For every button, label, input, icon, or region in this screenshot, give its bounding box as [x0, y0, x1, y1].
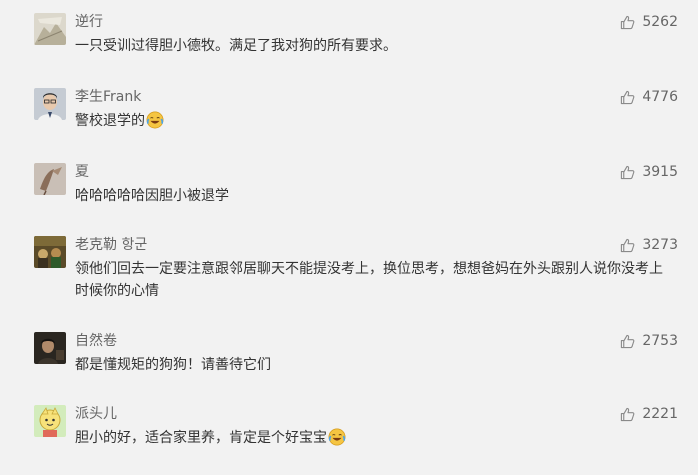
avatar[interactable]	[34, 236, 66, 268]
username[interactable]: 自然卷	[75, 332, 117, 350]
avatar[interactable]	[34, 332, 66, 364]
comment-text-body: 一只受训过得胆小德牧。满足了我对狗的所有要求。	[75, 38, 397, 54]
like-button[interactable]: 3273	[620, 236, 678, 254]
comment-text: 领他们回去一定要注意跟邻居聊天不能提没考上，换位思考，想想爸妈在外头跟别人说你没…	[75, 258, 667, 302]
like-count: 4776	[642, 89, 678, 105]
comment-text: 哈哈哈哈哈因胆小被退学	[75, 185, 665, 207]
avatar[interactable]	[34, 13, 66, 45]
like-count: 2753	[642, 333, 678, 349]
comment-text-body: 胆小的好，适合家里养，肯定是个好宝宝	[75, 430, 327, 446]
comment-text-body: 警校退学的	[75, 113, 145, 129]
laughing-crying-emoji-icon	[146, 111, 164, 129]
like-count: 3915	[642, 164, 678, 180]
thumbs-up-icon	[621, 15, 635, 29]
comment-text: 一只受训过得胆小德牧。满足了我对狗的所有要求。	[75, 35, 665, 57]
comment-item: 逆行 一只受训过得胆小德牧。满足了我对狗的所有要求。 5262	[0, 13, 698, 83]
username[interactable]: 逆行	[75, 13, 103, 31]
thumbs-up-icon	[621, 165, 635, 179]
thumbs-up-icon	[621, 238, 635, 252]
avatar[interactable]	[34, 405, 66, 437]
comment-item: 夏 哈哈哈哈哈因胆小被退学 3915	[0, 163, 698, 233]
like-button[interactable]: 2753	[620, 332, 678, 350]
like-button[interactable]: 2221	[620, 405, 678, 423]
comment-text: 警校退学的	[75, 110, 665, 132]
comment-text-body: 领他们回去一定要注意跟邻居聊天不能提没考上，换位思考，想想爸妈在外头跟别人说你没…	[75, 261, 663, 299]
laughing-crying-emoji-icon	[328, 428, 346, 446]
thumbs-up-icon	[621, 90, 635, 104]
like-button[interactable]: 5262	[620, 13, 678, 31]
like-button[interactable]: 3915	[620, 163, 678, 181]
like-count: 5262	[642, 14, 678, 30]
comment-text-body: 哈哈哈哈哈因胆小被退学	[75, 188, 229, 204]
comment-item: 李生Frank 警校退学的 4776	[0, 88, 698, 158]
comment-text: 胆小的好，适合家里养，肯定是个好宝宝	[75, 427, 665, 449]
username[interactable]: 老克勒 항군	[75, 236, 147, 254]
comment-text: 都是懂规矩的狗狗！请善待它们	[75, 354, 665, 376]
like-button[interactable]: 4776	[620, 88, 678, 106]
username[interactable]: 夏	[75, 163, 89, 181]
comment-item: 老克勒 항군 领他们回去一定要注意跟邻居聊天不能提没考上，换位思考，想想爸妈在外…	[0, 236, 698, 316]
like-count: 2221	[642, 406, 678, 422]
thumbs-up-icon	[621, 407, 635, 421]
avatar[interactable]	[34, 163, 66, 195]
like-count: 3273	[642, 237, 678, 253]
thumbs-up-icon	[621, 334, 635, 348]
username[interactable]: 派头儿	[75, 405, 117, 423]
username[interactable]: 李生Frank	[75, 88, 141, 106]
comment-text-body: 都是懂规矩的狗狗！请善待它们	[75, 357, 271, 373]
comment-item: 派头儿 胆小的好，适合家里养，肯定是个好宝宝 2221	[0, 405, 698, 475]
avatar[interactable]	[34, 88, 66, 120]
comment-item: 自然卷 都是懂规矩的狗狗！请善待它们 2753	[0, 332, 698, 402]
